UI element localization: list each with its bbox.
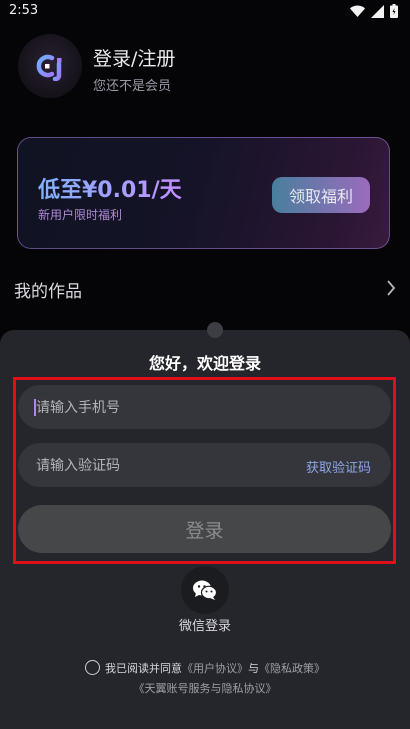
signal-icon (371, 4, 384, 18)
agree-and: 与 (248, 662, 259, 675)
sheet-title: 您好，欢迎登录 (148, 354, 261, 373)
promo-banner[interactable]: 低至¥0.01/天 新用户限时福利 领取福利 (17, 137, 390, 249)
wechat-login-button[interactable] (181, 566, 229, 614)
agree-radio[interactable] (85, 660, 100, 675)
agreement-row: 我已阅读并同意《用户协议》与《隐私政策》 (0, 660, 410, 676)
avatar[interactable] (18, 34, 82, 98)
promo-price: 低至¥0.01/天 (38, 172, 182, 204)
my-works-label: 我的作品 (14, 282, 82, 302)
privacy-policy-link[interactable]: 《隐私政策》 (259, 662, 325, 675)
highlight-outline (13, 377, 396, 564)
wifi-icon (350, 5, 365, 17)
battery-icon (390, 4, 398, 18)
agree-prefix: 我已阅读并同意 (105, 662, 182, 675)
my-works-row[interactable]: 我的作品 (0, 272, 410, 308)
promo-subtitle: 新用户限时福利 (38, 208, 123, 222)
status-time: 2:53 (9, 3, 39, 18)
chevron-right-icon (387, 280, 396, 296)
status-bar: 2:53 (0, 0, 410, 24)
wechat-login-label: 微信登录 (178, 619, 231, 634)
user-agreement-link[interactable]: 《用户协议》 (182, 662, 248, 675)
status-icons (350, 4, 398, 18)
login-register-title[interactable]: 登录/注册 (93, 44, 175, 71)
membership-status: 您还不是会员 (93, 79, 172, 94)
wechat-icon (193, 580, 218, 600)
account-agreement-link[interactable]: 《天翼账号服务与隐私协议》 (0, 680, 410, 696)
claim-benefit-button[interactable]: 领取福利 (272, 177, 370, 213)
sheet-handle[interactable] (207, 322, 223, 338)
app-logo-icon (36, 54, 62, 81)
